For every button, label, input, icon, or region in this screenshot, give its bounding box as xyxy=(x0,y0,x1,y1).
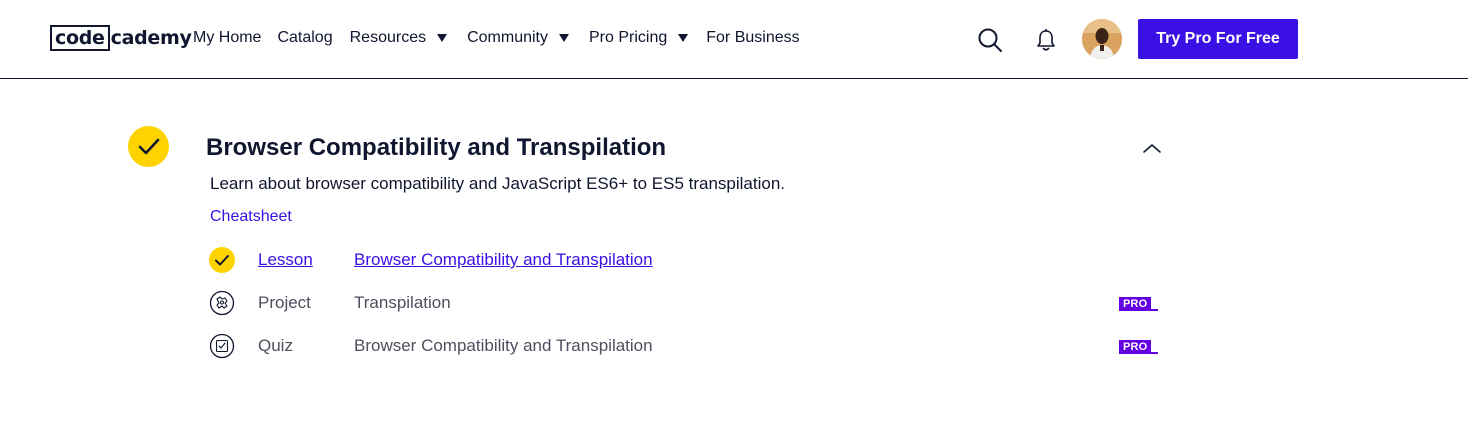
try-pro-button[interactable]: Try Pro For Free xyxy=(1138,19,1298,59)
bell-icon xyxy=(1037,28,1055,51)
lesson-type-link[interactable]: Lesson xyxy=(258,250,313,270)
notifications-button[interactable] xyxy=(1034,27,1058,53)
nav-my-home[interactable]: My Home xyxy=(193,29,261,47)
caret-down-icon xyxy=(437,34,448,42)
lesson-title-link[interactable]: Browser Compatibility and Transpilation xyxy=(354,250,653,270)
top-navigation-bar: code cademy My Home Catalog Resources Com… xyxy=(0,0,1468,79)
checkmark-icon xyxy=(215,254,229,265)
chevron-up-icon xyxy=(1143,144,1161,153)
nav-for-business[interactable]: For Business xyxy=(706,29,799,47)
module-item-row: Lesson Browser Compatibility and Transpi… xyxy=(209,247,1159,273)
logo-text: cademy xyxy=(110,27,192,49)
quiz-type-label: Quiz xyxy=(258,336,293,355)
project-icon xyxy=(209,290,235,316)
nav-label: Pro Pricing xyxy=(589,29,668,46)
caret-down-icon xyxy=(678,34,689,42)
lesson-complete-badge xyxy=(209,247,235,273)
checkmark-icon xyxy=(138,138,159,154)
search-icon xyxy=(978,28,1002,52)
module-description: Learn about browser compatibility and Ja… xyxy=(210,174,786,193)
project-title[interactable]: Transpilation xyxy=(354,293,451,313)
pro-badge-underline xyxy=(1151,309,1158,311)
logo-boxed-text: code xyxy=(50,25,110,51)
module-title: Browser Compatibility and Transpilation xyxy=(206,134,667,161)
quiz-title[interactable]: Browser Compatibility and Transpilation xyxy=(354,336,653,356)
pro-badge: PRO xyxy=(1119,297,1158,315)
cheatsheet-link[interactable]: Cheatsheet xyxy=(210,208,292,226)
nav-label: Catalog xyxy=(277,29,333,46)
module-complete-badge xyxy=(128,126,169,167)
caret-down-icon xyxy=(559,34,569,42)
pro-badge-text: PRO xyxy=(1119,297,1152,311)
nav-label: Community xyxy=(467,29,548,46)
pro-badge-text: PRO xyxy=(1119,340,1152,354)
pro-badge-underline xyxy=(1151,352,1158,354)
avatar-image xyxy=(1082,19,1122,59)
nav-community-dropdown[interactable]: Community xyxy=(467,29,569,47)
nav-label: For Business xyxy=(706,29,800,46)
user-avatar[interactable] xyxy=(1082,19,1122,59)
nav-label: My Home xyxy=(193,29,262,46)
codecademy-logo[interactable]: code cademy xyxy=(50,25,192,51)
nav-catalog[interactable]: Catalog xyxy=(277,29,332,47)
collapse-module-button[interactable] xyxy=(1140,140,1164,156)
project-type-label: Project xyxy=(258,293,311,312)
main-nav: My Home Catalog Resources Community Pro … xyxy=(193,29,800,47)
pro-badge: PRO xyxy=(1119,340,1158,358)
nav-label: Resources xyxy=(349,29,427,46)
search-button[interactable] xyxy=(976,26,1004,54)
module-item-row: Quiz Browser Compatibility and Transpila… xyxy=(209,333,1159,359)
quiz-icon xyxy=(209,333,235,359)
nav-pro-pricing-dropdown[interactable]: Pro Pricing xyxy=(589,29,689,47)
module-item-row: Project Transpilation PRO xyxy=(209,290,1159,316)
nav-resources-dropdown[interactable]: Resources xyxy=(349,29,448,47)
